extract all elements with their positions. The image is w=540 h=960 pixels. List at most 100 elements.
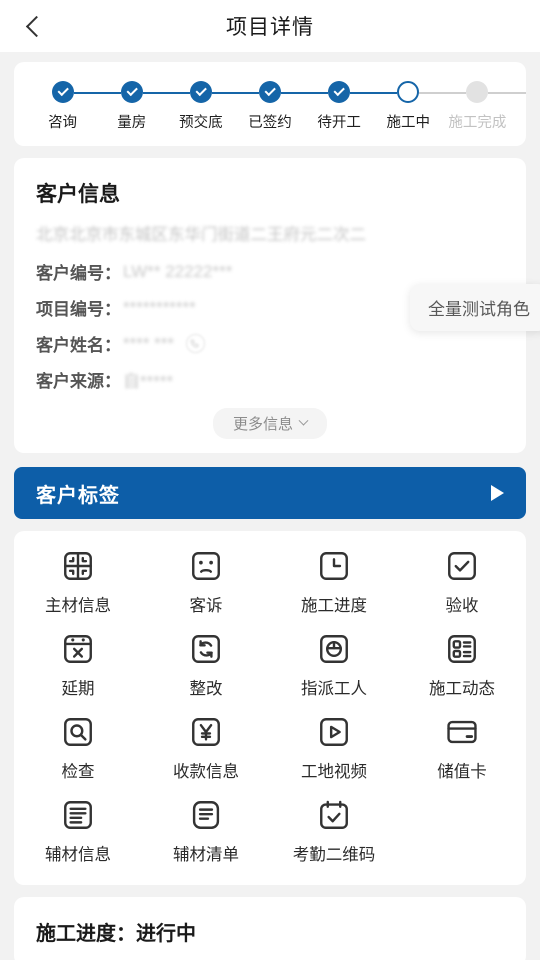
menu-item-label: 验收 xyxy=(445,597,479,615)
check-icon xyxy=(264,85,276,97)
app-header: 项目详情 xyxy=(0,0,540,52)
menu-item-收款信息[interactable]: 收款信息 xyxy=(142,715,270,782)
step-done-check-icon xyxy=(120,81,143,103)
customer-field-value: LW** 22222*** xyxy=(123,261,233,281)
menu-item-验收[interactable]: 验收 xyxy=(398,549,526,616)
menu-item-label: 延期 xyxy=(61,680,95,698)
calendar-check-icon xyxy=(317,798,351,832)
menu-item-施工动态[interactable]: 施工动态 xyxy=(398,632,526,699)
phone-icon[interactable] xyxy=(186,334,206,353)
back-button[interactable] xyxy=(12,0,60,52)
document-lines-icon xyxy=(61,798,95,832)
stepper-connector-left xyxy=(442,92,467,94)
menu-item-label: 收款信息 xyxy=(173,763,239,781)
construction-progress-card: 施工进度：进行中 xyxy=(14,897,526,960)
function-menu-grid: 主材信息 客诉 施工进度 验收延期 整改 指派工人 施工动态检查 收款信息 工地视频 储值卡辅材信… xyxy=(14,549,526,865)
worker-helmet-icon xyxy=(317,632,351,666)
stepper-dot-row xyxy=(235,80,305,104)
stepper-label: 待开工 xyxy=(317,115,361,131)
stepper-connector-left xyxy=(373,92,398,94)
menu-item-label: 整改 xyxy=(189,680,223,698)
customer-field-row: 客户来源： 自***** xyxy=(36,367,504,392)
customer-tag-banner[interactable]: 客户标签 xyxy=(14,467,526,519)
menu-item-label: 辅材信息 xyxy=(45,846,111,864)
menu-item-辅材清单[interactable]: 辅材清单 xyxy=(142,798,270,865)
customer-tag-title: 客户标签 xyxy=(36,484,120,507)
status-stepper-card: 咨询 量房 预交底 已签约 待开工 施工中 施工完成 xyxy=(14,62,526,146)
stepper-connector-left xyxy=(97,92,121,94)
menu-item-整改[interactable]: 整改 xyxy=(142,632,270,699)
menu-item-客诉[interactable]: 客诉 xyxy=(142,549,270,616)
yen-square-icon xyxy=(189,715,223,749)
menu-item-工地视频[interactable]: 工地视频 xyxy=(270,715,398,782)
customer-info-title: 客户信息 xyxy=(36,183,120,206)
stepper-connector-left xyxy=(166,92,190,94)
stepper-label: 施工中 xyxy=(386,115,431,131)
chevron-down-icon xyxy=(298,415,309,426)
check-icon xyxy=(126,85,138,97)
stepper-item-6: 施工中 xyxy=(373,80,443,132)
stepper-connector-right xyxy=(280,92,305,94)
project-detail-screen: 项目详情 咨询 量房 预交底 已签约 待开工 施工中 施工完成 客户信息 北京北京市东城区东… xyxy=(0,0,540,960)
list-detail-icon xyxy=(445,632,479,666)
menu-item-延期[interactable]: 延期 xyxy=(14,632,142,699)
more-info-label: 更多信息 xyxy=(232,416,293,433)
customer-field-row: 客户姓名： **** *** xyxy=(36,331,504,356)
menu-item-label: 施工进度 xyxy=(301,597,367,615)
menu-item-label: 主材信息 xyxy=(45,597,111,615)
stepper-dot-row xyxy=(97,80,167,104)
menu-item-label: 辅材清单 xyxy=(173,846,239,864)
customer-field-label: 客户来源： xyxy=(36,372,121,391)
stepper-item-2: 量房 xyxy=(97,80,167,132)
calendar-x-icon xyxy=(61,632,95,666)
stepper-dot-row xyxy=(166,80,236,104)
stepper-connector-right xyxy=(142,92,167,94)
grid-four-panel-icon xyxy=(61,549,95,583)
menu-item-考勤二维码[interactable]: 考勤二维码 xyxy=(270,798,398,865)
menu-item-指派工人[interactable]: 指派工人 xyxy=(270,632,398,699)
customer-field-value: *********** xyxy=(123,297,196,317)
role-badge[interactable]: 全量测试角色 xyxy=(410,284,540,331)
check-icon xyxy=(333,85,345,97)
function-menu-card: 主材信息 客诉 施工进度 验收延期 整改 指派工人 施工动态检查 收款信息 工地视频 储值卡辅材信… xyxy=(14,531,526,885)
menu-item-label: 客诉 xyxy=(189,597,223,615)
search-square-icon xyxy=(61,715,95,749)
credit-card-icon xyxy=(445,715,479,749)
play-square-icon xyxy=(317,715,351,749)
menu-item-储值卡[interactable]: 储值卡 xyxy=(398,715,526,782)
check-square-icon xyxy=(445,549,479,583)
stepper-item-7: 施工完成 xyxy=(442,80,526,132)
stepper-connector-right xyxy=(350,92,374,94)
step-done-check-icon xyxy=(328,81,351,103)
refresh-loop-icon xyxy=(189,632,223,666)
step-pending-circle-icon xyxy=(466,81,489,103)
check-icon xyxy=(195,85,207,97)
menu-item-label: 考勤二维码 xyxy=(292,846,376,864)
customer-field-value: **** *** xyxy=(123,333,175,353)
stepper-label: 咨询 xyxy=(48,115,78,131)
menu-item-label: 工地视频 xyxy=(301,763,367,781)
customer-field-label: 项目编号： xyxy=(36,300,121,319)
more-info-row: 更多信息 xyxy=(36,408,504,439)
customer-field-label: 客户姓名： xyxy=(36,336,121,355)
step-current-circle-icon xyxy=(397,81,420,103)
menu-item-检查[interactable]: 检查 xyxy=(14,715,142,782)
stepper-dot-row xyxy=(28,80,98,104)
stepper-connector-right xyxy=(419,92,443,94)
clock-icon xyxy=(317,549,351,583)
triangle-right-icon xyxy=(491,485,504,501)
chevron-left-icon xyxy=(25,15,47,37)
more-info-button[interactable]: 更多信息 xyxy=(212,408,327,439)
step-done-check-icon xyxy=(258,81,281,103)
document-list-icon xyxy=(189,798,223,832)
stepper-connector-left xyxy=(235,92,259,94)
stepper-dot-row xyxy=(442,80,526,104)
stepper-item-4: 已签约 xyxy=(235,80,305,132)
sad-face-icon xyxy=(189,549,223,583)
menu-item-施工进度[interactable]: 施工进度 xyxy=(270,549,398,616)
check-icon xyxy=(57,85,69,97)
menu-item-辅材信息[interactable]: 辅材信息 xyxy=(14,798,142,865)
menu-item-主材信息[interactable]: 主材信息 xyxy=(14,549,142,616)
customer-field-label: 客户编号： xyxy=(36,264,121,283)
stepper-label: 量房 xyxy=(117,115,147,131)
